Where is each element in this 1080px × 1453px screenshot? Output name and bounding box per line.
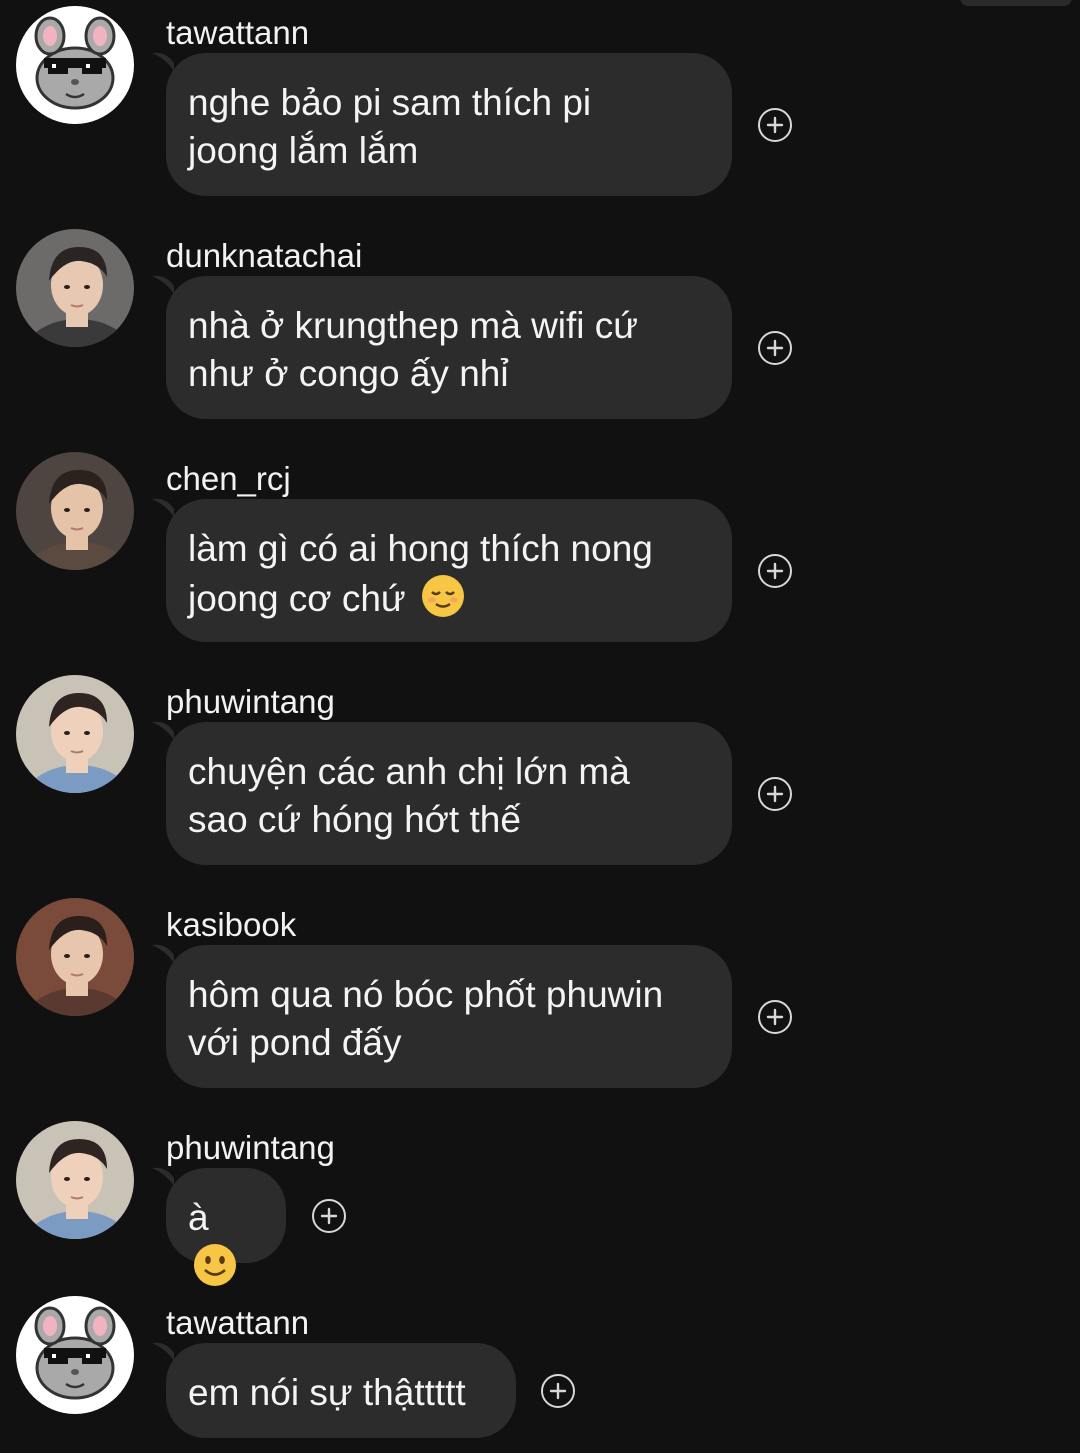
message-text-line: như ở congo ấy nhỉ [188,350,710,398]
message-text-line: với pond đấy [188,1019,710,1067]
message-bubble[interactable]: nghe bảo pi sam thích pi joong lắm lắm [166,53,732,196]
top-scroll-handle [960,0,1072,6]
username[interactable]: phuwintang [166,685,335,718]
avatar[interactable] [16,1296,134,1414]
message-text-line: em nói sự thậttttt [188,1369,494,1417]
message-text: joong lắm lắm [188,130,419,171]
plus-icon [766,116,784,134]
bubble-tail [152,495,174,517]
bubble-tail [152,941,174,963]
message-bubble[interactable]: chuyện các anh chị lớn mà sao cứ hóng hớt… [166,722,732,865]
message-text-line: nhà ở krungthep mà wifi cứ [188,302,710,350]
message-text: chuyện các anh chị lớn mà [188,751,630,792]
avatar[interactable] [16,675,134,793]
message-bubble[interactable]: em nói sự thậttttt [166,1343,516,1438]
message-bubble[interactable]: à [166,1168,286,1286]
plus-icon [549,1382,567,1400]
bubble-tail [152,272,174,294]
avatar[interactable] [16,452,134,570]
username[interactable]: chen_rcj [166,462,291,495]
message-text: với pond đấy [188,1022,402,1063]
bubble-tail [152,1164,174,1186]
add-reaction-button[interactable] [312,1199,346,1233]
relieved-face-emoji [420,573,466,631]
add-reaction-button[interactable] [758,777,792,811]
avatar[interactable] [16,1121,134,1239]
message-text-line: nghe bảo pi sam thích pi [188,79,710,127]
add-reaction-button[interactable] [758,554,792,588]
bubble-tail [152,49,174,71]
message-text-line: chuyện các anh chị lớn mà [188,748,710,796]
slightly-smiling-face-emoji [192,1242,238,1300]
message-text-line: joong cơ chứ [188,573,710,631]
message-text-line: hôm qua nó bóc phốt phuwin [188,971,710,1019]
plus-icon [320,1207,338,1225]
plus-icon [766,785,784,803]
add-reaction-button[interactable] [758,331,792,365]
plus-icon [766,339,784,357]
username[interactable]: dunknatachai [166,239,362,272]
message-text-line: làm gì có ai hong thích nong [188,525,710,573]
message-text-line: à [188,1194,264,1300]
username[interactable]: tawattann [166,1306,309,1339]
message-text: làm gì có ai hong thích nong [188,528,653,569]
message-bubble[interactable]: nhà ở krungthep mà wifi cứ như ở congo ấy… [166,276,732,419]
bubble-tail [152,1339,174,1361]
avatar[interactable] [16,229,134,347]
avatar[interactable] [16,6,134,124]
message-text: nhà ở krungthep mà wifi cứ [188,305,639,346]
plus-icon [766,562,784,580]
add-reaction-button[interactable] [758,108,792,142]
message-text-line: joong lắm lắm [188,127,710,175]
message-text: như ở congo ấy nhỉ [188,353,509,394]
message-text: hôm qua nó bóc phốt phuwin [188,974,664,1015]
plus-icon [766,1008,784,1026]
message-text: em nói sự thậttttt [188,1372,466,1413]
bubble-tail [152,718,174,740]
username[interactable]: phuwintang [166,1131,335,1164]
message-bubble[interactable]: hôm qua nó bóc phốt phuwin với pond đấy [166,945,732,1088]
message-text: sao cứ hóng hớt thế [188,799,521,840]
message-bubble[interactable]: làm gì có ai hong thích nong joong cơ chứ [166,499,732,642]
message-text: nghe bảo pi sam thích pi [188,82,592,123]
message-text-line: sao cứ hóng hớt thế [188,796,710,844]
username[interactable]: kasibook [166,908,296,941]
avatar[interactable] [16,898,134,1016]
message-text: joong cơ chứ [188,578,406,619]
username[interactable]: tawattann [166,16,309,49]
add-reaction-button[interactable] [541,1374,575,1408]
message-text: à [188,1197,209,1238]
add-reaction-button[interactable] [758,1000,792,1034]
